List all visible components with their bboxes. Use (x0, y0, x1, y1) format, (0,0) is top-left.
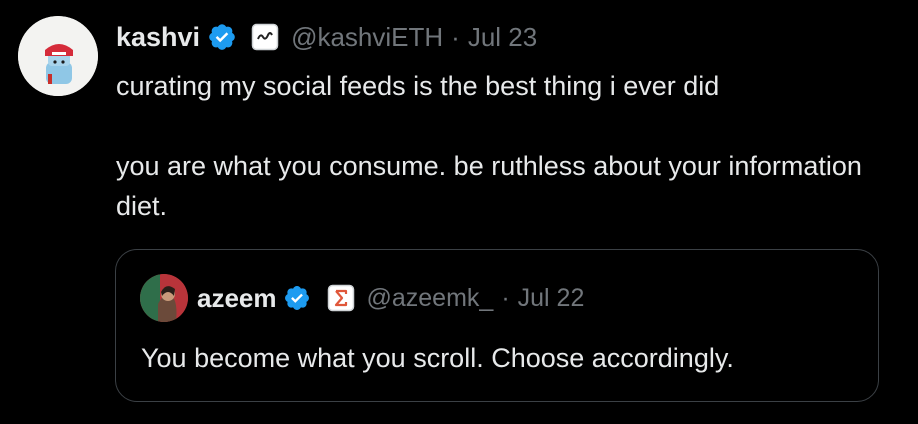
affiliation-badge-icon[interactable] (251, 23, 279, 51)
quoted-tweet-date[interactable]: Jul 22 (518, 284, 585, 313)
tweet-date[interactable]: Jul 23 (468, 22, 537, 53)
tweet[interactable]: kashvi @kashviETH · Jul 23 curating my s… (0, 0, 918, 424)
avatar-image (140, 274, 188, 322)
verified-badge-icon[interactable] (283, 284, 311, 312)
separator-dot: · (501, 283, 510, 312)
tweet-text-line-1: curating my social feeds is the best thi… (116, 71, 720, 101)
tweet-text-line-2: you are what you consume. be ruthless ab… (116, 151, 862, 221)
tweet-text: curating my social feeds is the best thi… (116, 66, 896, 226)
quoted-author-display-name[interactable]: azeem (197, 283, 277, 314)
author-avatar[interactable] (18, 16, 98, 96)
affiliation-badge-icon[interactable] (327, 284, 355, 312)
verified-badge-icon[interactable] (207, 22, 237, 52)
quoted-tweet[interactable]: azeem @azeemk_ · Jul 22 You become what … (115, 249, 879, 402)
separator-dot: · (451, 21, 460, 52)
quoted-author-handle[interactable]: @azeemk_ (367, 284, 494, 313)
quoted-author-avatar[interactable] (140, 274, 188, 322)
quoted-tweet-text: You become what you scroll. Choose accor… (141, 343, 734, 373)
author-display-name[interactable]: kashvi (116, 22, 200, 53)
avatar-image (18, 16, 98, 96)
tweet-header: kashvi @kashviETH · Jul 23 (116, 18, 537, 56)
author-handle[interactable]: @kashviETH (291, 22, 443, 53)
quoted-tweet-header: azeem @azeemk_ · Jul 22 (197, 280, 584, 316)
